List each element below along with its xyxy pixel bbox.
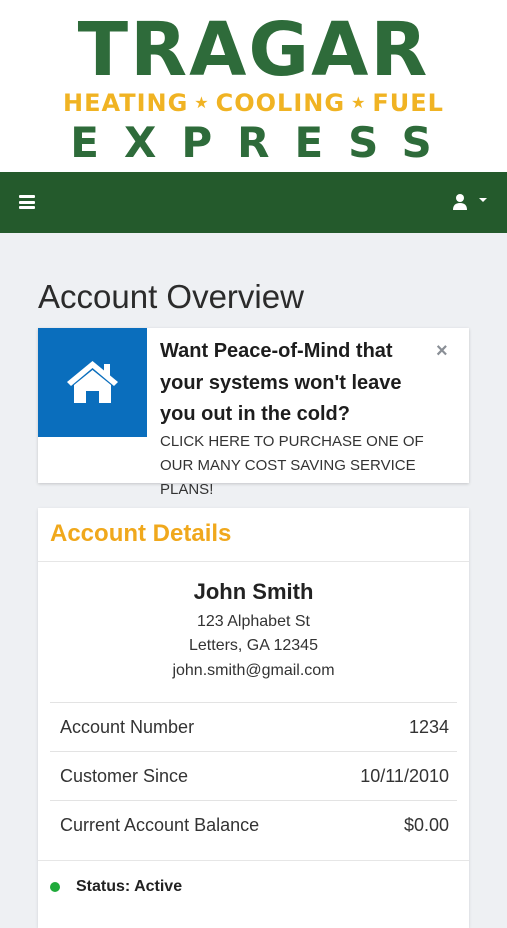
star-icon: ★ [351, 93, 367, 112]
hamburger-icon[interactable] [19, 195, 35, 209]
divider [38, 860, 469, 861]
promo-icon-box [38, 328, 147, 437]
customer-address-line2: Letters, GA 12345 [189, 637, 318, 654]
star-icon: ★ [194, 93, 210, 112]
home-icon [67, 361, 118, 403]
info-label: Current Account Balance [60, 815, 260, 835]
account-status: Status: Active [76, 878, 183, 895]
service-plan-promo[interactable]: Want Peace-of-Mind that your systems won… [38, 328, 469, 498]
logo-title: TRAGAR [77, 7, 430, 93]
info-label: Customer Since [60, 766, 189, 786]
promo-headline: Want Peace-of-Mind that your systems won… [160, 340, 402, 425]
card-title: Account Details [50, 520, 232, 547]
top-navbar [0, 172, 507, 233]
caret-down-icon [479, 198, 487, 202]
user-menu-button[interactable] [448, 190, 492, 214]
customer-email: john.smith@gmail.com [172, 662, 335, 679]
info-value: 10/11/2010 [360, 766, 449, 786]
logo-tagline-cooling: COOLING [215, 89, 346, 117]
info-row-customer-since: Customer Since 10/11/2010 [50, 751, 457, 800]
logo-express: EXPRESS [70, 118, 457, 167]
info-value: $0.00 [403, 815, 449, 835]
account-details-card: Account Details John Smith 123 Alphabet … [38, 508, 469, 928]
customer-name: John Smith [193, 579, 314, 604]
logo-tagline-fuel: FUEL [372, 89, 444, 117]
customer-address-line1: 123 Alphabet St [197, 613, 310, 630]
close-icon[interactable]: × [436, 341, 448, 361]
info-value: 1234 [408, 717, 449, 737]
info-row-account-number: Account Number 1234 [50, 702, 457, 751]
logo-tagline: HEATING ★ COOLING ★ FUEL [0, 88, 507, 118]
info-row-account-balance: Current Account Balance $0.00 [50, 800, 457, 849]
brand-logo[interactable]: TRAGAR HEATING ★ COOLING ★ FUEL EXPRESS [0, 0, 507, 172]
status-indicator-icon [50, 882, 60, 892]
card-header: Account Details [38, 508, 469, 562]
info-label: Account Number [60, 717, 195, 737]
page-title: Account Overview [38, 278, 304, 315]
user-icon [453, 194, 487, 210]
logo-tagline-heating: HEATING [63, 89, 189, 117]
promo-body[interactable]: CLICK HERE TO PURCHASE ONE OF OUR MANY C… [160, 430, 460, 502]
